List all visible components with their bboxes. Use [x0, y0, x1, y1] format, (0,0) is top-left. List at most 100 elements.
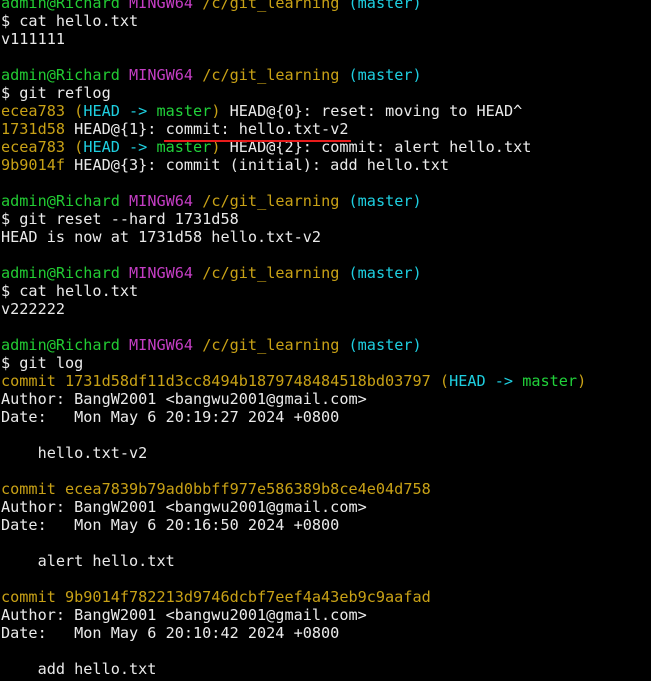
terminal-text: HEAD@{3}: commit (initial): add hello.tx…	[65, 156, 450, 174]
terminal-line: HEAD is now at 1731d58 hello.txt-v2	[1, 228, 651, 246]
terminal-line: $ git reset --hard 1731d58	[1, 210, 651, 228]
terminal-line: admin@Richard MINGW64 /c/git_learning (m…	[1, 192, 651, 210]
terminal-line: Date: Mon May 6 20:16:50 2024 +0800	[1, 516, 651, 534]
terminal-output[interactable]: admin@Richard MINGW64 /c/git_learning (m…	[1, 0, 651, 681]
terminal-text: ecea783	[1, 138, 66, 156]
terminal-text: $ git reset --hard 1731d58	[1, 210, 239, 228]
terminal-text: $ git reflog	[1, 84, 111, 102]
terminal-text: v222222	[1, 300, 66, 318]
terminal-line: commit ecea7839b79ad0bbff977e586389b8ce4…	[1, 480, 651, 498]
terminal-text: Author: BangW2001 <bangwu2001@gmail.com>	[1, 390, 367, 408]
terminal-line: admin@Richard MINGW64 /c/git_learning (m…	[1, 264, 651, 282]
terminal-line: commit 9b9014f782213d9746dcbf7eef4a43eb9…	[1, 588, 651, 606]
terminal-text: Author: BangW2001 <bangwu2001@gmail.com>	[1, 606, 367, 624]
terminal-text: admin@Richard	[1, 336, 120, 354]
terminal-text: (master)	[348, 264, 422, 282]
terminal-text: )	[211, 102, 221, 120]
terminal-text: v111111	[1, 30, 66, 48]
terminal-text: 9b9014f	[1, 156, 66, 174]
terminal-line: Author: BangW2001 <bangwu2001@gmail.com>	[1, 498, 651, 516]
terminal-text: MINGW64	[129, 264, 194, 282]
terminal-line: 1731d58 HEAD@{1}: commit: hello.txt-v2	[1, 120, 651, 142]
annotated-commit-text: commit: hello.txt-v2	[163, 120, 352, 142]
terminal-line: $ cat hello.txt	[1, 282, 651, 300]
terminal-text: /c/git_learning	[202, 0, 340, 12]
terminal-text: /c/git_learning	[202, 192, 340, 210]
terminal-text: MINGW64	[129, 0, 194, 12]
terminal-text: /c/git_learning	[202, 336, 340, 354]
terminal-text: /c/git_learning	[202, 66, 340, 84]
terminal-text: MINGW64	[129, 336, 194, 354]
terminal-text: commit 9b9014f782213d9746dcbf7eef4a43eb9…	[1, 588, 431, 606]
terminal-text: (master)	[348, 192, 422, 210]
terminal-text: /c/git_learning	[202, 264, 340, 282]
terminal-text: add hello.txt	[1, 660, 157, 678]
terminal-text: master	[156, 102, 212, 120]
terminal-text: admin@Richard	[1, 0, 120, 12]
terminal-text: HEAD@{1}:	[65, 120, 166, 138]
terminal-text: (master)	[348, 66, 422, 84]
terminal-text: (master)	[348, 0, 422, 12]
terminal-text: (	[430, 372, 450, 390]
terminal-text: $ cat hello.txt	[1, 282, 139, 300]
terminal-line: alert hello.txt	[1, 552, 651, 570]
terminal-text: MINGW64	[129, 66, 194, 84]
terminal-text: hello.txt-v2	[1, 444, 148, 462]
terminal-text: 1731d58	[1, 120, 66, 138]
terminal-text: HEAD@{0}: reset: moving to HEAD^	[220, 102, 523, 120]
terminal-line: v222222	[1, 300, 651, 318]
terminal-text: commit 1731d58df11d3cc8494b1879748484518…	[1, 372, 431, 390]
terminal-line: Date: Mon May 6 20:10:42 2024 +0800	[1, 624, 651, 642]
terminal-line: Date: Mon May 6 20:19:27 2024 +0800	[1, 408, 651, 426]
terminal-line: v111111	[1, 30, 651, 48]
terminal-line: admin@Richard MINGW64 /c/git_learning (m…	[1, 0, 651, 12]
terminal-line: Author: BangW2001 <bangwu2001@gmail.com>	[1, 606, 651, 624]
terminal-line: Author: BangW2001 <bangwu2001@gmail.com>	[1, 390, 651, 408]
terminal-line: add hello.txt	[1, 660, 651, 678]
terminal-text: Date: Mon May 6 20:19:27 2024 +0800	[1, 408, 340, 426]
terminal-text: $ git log	[1, 354, 84, 372]
terminal-text: ecea783	[1, 102, 66, 120]
terminal-line: ecea783 (HEAD -> master) HEAD@{0}: reset…	[1, 102, 651, 120]
terminal-text: )	[577, 372, 587, 390]
terminal-text: $ cat hello.txt	[1, 12, 139, 30]
terminal-text: HEAD ->	[449, 372, 523, 390]
terminal-line: admin@Richard MINGW64 /c/git_learning (m…	[1, 66, 651, 84]
terminal-text: admin@Richard	[1, 66, 120, 84]
terminal-text: HEAD ->	[83, 102, 157, 120]
terminal-line: $ git reflog	[1, 84, 651, 102]
terminal-line: admin@Richard MINGW64 /c/git_learning (m…	[1, 336, 651, 354]
terminal-text: Author: BangW2001 <bangwu2001@gmail.com>	[1, 498, 367, 516]
terminal-line: 9b9014f HEAD@{3}: commit (initial): add …	[1, 156, 651, 174]
terminal-text: commit ecea7839b79ad0bbff977e586389b8ce4…	[1, 480, 431, 498]
terminal-text: (	[65, 102, 84, 120]
terminal-text: admin@Richard	[1, 264, 120, 282]
terminal-text: Date: Mon May 6 20:10:42 2024 +0800	[1, 624, 340, 642]
terminal-text: master	[522, 372, 578, 390]
terminal-line: $ cat hello.txt	[1, 12, 651, 30]
terminal-text: admin@Richard	[1, 192, 120, 210]
terminal-line: $ git log	[1, 354, 651, 372]
terminal-text: MINGW64	[129, 192, 194, 210]
terminal-text: (master)	[348, 336, 422, 354]
